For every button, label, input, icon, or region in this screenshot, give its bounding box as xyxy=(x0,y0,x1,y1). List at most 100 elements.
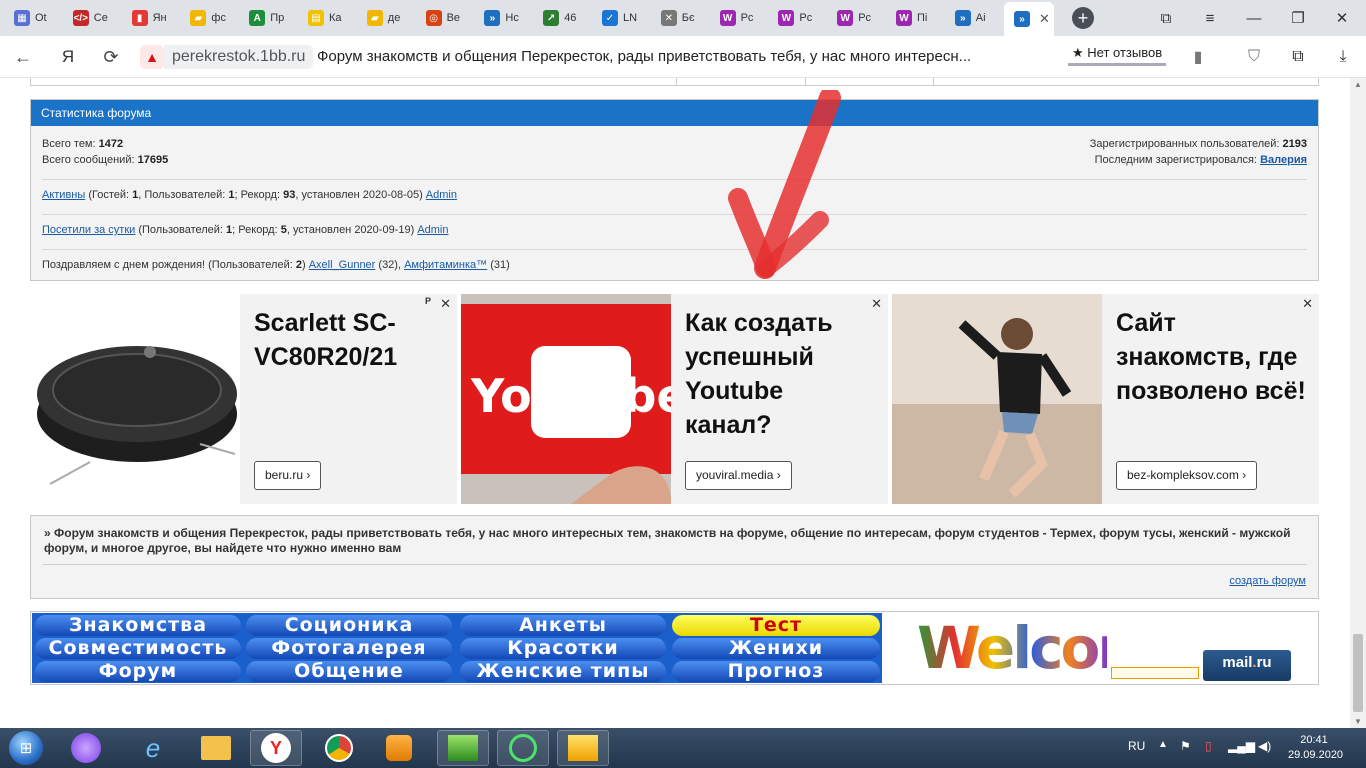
restore-icon[interactable]: ❐ xyxy=(1286,6,1310,30)
mailru-logo[interactable]: mail.ru xyxy=(1203,650,1291,681)
alice-assistant-icon[interactable] xyxy=(60,730,112,766)
last-registered-user-link[interactable]: Валерия xyxy=(1260,154,1307,166)
dancing-woman-image[interactable] xyxy=(892,294,1102,504)
yandex-browser-icon[interactable]: Y xyxy=(250,730,302,766)
new-tab-icon[interactable]: + xyxy=(1072,7,1094,29)
visited-today-link[interactable]: Посетили за сутки xyxy=(42,224,135,236)
robot-vacuum-image[interactable] xyxy=(30,294,240,504)
menu-icon[interactable]: ≡ xyxy=(1198,6,1222,30)
action-center-flag-icon[interactable]: ⚑ xyxy=(1180,739,1191,753)
ad-card[interactable]: YouTube Как создать успешный Youtube кан… xyxy=(461,294,888,504)
page-scrollbar[interactable]: ▲ ▼ xyxy=(1350,78,1366,728)
banner-nav-button[interactable]: Совместимость xyxy=(35,638,241,659)
stocks-app-icon[interactable] xyxy=(437,730,489,766)
birthday-user-age: (32), xyxy=(375,259,405,271)
language-indicator[interactable]: RU xyxy=(1128,739,1145,753)
volume-icon[interactable]: ◀) xyxy=(1258,739,1271,753)
internet-explorer-icon[interactable]: e xyxy=(127,730,179,766)
browser-tab[interactable]: ▮ Ян xyxy=(122,4,179,32)
tray-expand-icon[interactable]: ▲ xyxy=(1158,739,1168,750)
browser-tab[interactable]: ✕ Бє xyxy=(651,4,708,32)
ad-title[interactable]: Сайт знакомств, где позволено всё! xyxy=(1116,306,1306,408)
browser-tab[interactable]: ✓ LN xyxy=(592,4,649,32)
updates-app-icon[interactable] xyxy=(557,730,609,766)
birthday-user-link[interactable]: Амфитаминка™ xyxy=(404,259,487,271)
browser-tab[interactable]: » Нс xyxy=(474,4,531,32)
banner-nav-button[interactable]: Женские типы xyxy=(460,661,666,682)
close-tab-icon[interactable]: ✕ xyxy=(1039,11,1050,27)
browser-tab[interactable]: ▰ де xyxy=(357,4,414,32)
banner-nav-button[interactable]: Фотогалерея xyxy=(246,638,452,659)
ad-close-icon[interactable]: ✕ xyxy=(871,296,882,312)
url-domain[interactable]: perekrestok.1bb.ru xyxy=(164,45,314,69)
ad-link-button[interactable]: bez-kompleksov.com › xyxy=(1116,461,1258,490)
translate-icon[interactable]: ⧉ xyxy=(1287,46,1309,68)
browser-tab[interactable]: W Рс xyxy=(827,4,884,32)
ad-close-icon[interactable]: ✕ xyxy=(1302,296,1313,312)
browser-tab[interactable]: ▰ фс xyxy=(180,4,237,32)
letter-a-icon: A xyxy=(249,10,266,26)
welcome-banner-input[interactable] xyxy=(1111,667,1199,679)
scroll-thumb[interactable] xyxy=(1353,634,1363,712)
browser-tab[interactable]: ◎ Be xyxy=(416,4,473,32)
active-users-link[interactable]: Активны xyxy=(42,189,85,201)
banner-nav-button[interactable]: Соционика xyxy=(246,615,452,636)
browser-tab[interactable]: » Ai xyxy=(945,4,1002,32)
tab-manager-icon[interactable]: ⧉ xyxy=(1154,6,1178,30)
create-forum-link[interactable]: создать форум xyxy=(1229,575,1306,587)
ad-card[interactable]: Сайт знакомств, где позволено всё! bez-k… xyxy=(892,294,1319,504)
scroll-up-icon[interactable]: ▲ xyxy=(1354,80,1362,89)
banner-nav-button[interactable]: Анкеты xyxy=(460,615,666,636)
security-app-icon[interactable] xyxy=(497,730,549,766)
reviews-badge[interactable]: ★ Нет отзывов xyxy=(1068,44,1167,66)
chrome-icon[interactable] xyxy=(313,730,365,766)
active-admin-link[interactable]: Admin xyxy=(426,189,457,201)
browser-tab[interactable]: W Рс xyxy=(768,4,825,32)
banner-nav-button[interactable]: Тест xyxy=(672,615,880,636)
banner-nav-button[interactable]: Форум xyxy=(35,661,241,682)
file-explorer-icon[interactable] xyxy=(190,730,242,766)
protect-shield-icon[interactable]: ⛉ xyxy=(1243,46,1265,68)
ad-link-button[interactable]: beru.ru › xyxy=(254,461,322,490)
network-icon[interactable]: ▂▄▆ xyxy=(1228,739,1255,753)
minimize-icon[interactable]: — xyxy=(1242,6,1266,30)
birthday-user-link[interactable]: Axell_Gunner xyxy=(309,259,376,271)
youtube-phone-image[interactable]: YouTube xyxy=(461,294,671,504)
ad-title[interactable]: Как создать успешный Youtube канал? xyxy=(685,306,875,442)
ad-title[interactable]: Scarlett SC-VC80R20/21 xyxy=(254,306,444,374)
browser-tab[interactable]: ▦ Ot xyxy=(4,4,61,32)
banner-nav-button[interactable]: Знакомства xyxy=(35,615,241,636)
insecure-warning-icon[interactable]: ▲ xyxy=(140,45,164,69)
browser-tab[interactable]: ↗ 46 xyxy=(533,4,590,32)
banner-nav-button[interactable]: Женихи xyxy=(672,638,880,659)
start-button[interactable]: ⊞ xyxy=(3,728,49,768)
banner-nav-button[interactable]: Красотки xyxy=(460,638,666,659)
media-player-icon[interactable] xyxy=(373,730,425,766)
download-icon[interactable]: ⤓ xyxy=(1332,46,1354,68)
scroll-down-icon[interactable]: ▼ xyxy=(1354,717,1362,726)
browser-tab[interactable]: W Пі xyxy=(886,4,943,32)
dating-nav-banner: Знакомства Соционика Анкеты Тест Совместимос… xyxy=(32,613,882,683)
ad-marker: P xyxy=(424,296,431,306)
previous-table-edge xyxy=(30,78,1319,86)
close-window-icon[interactable]: ✕ xyxy=(1330,6,1354,30)
reload-icon[interactable]: ⟳ xyxy=(98,45,124,69)
ad-card[interactable]: Scarlett SC-VC80R20/21 beru.ru › P ✕ xyxy=(30,294,457,504)
banner-nav-button[interactable]: Прогноз xyxy=(672,661,880,682)
bookmark-icon[interactable]: ▮ xyxy=(1187,46,1209,68)
welcome-banner[interactable]: Welcome xyxy=(917,613,1194,683)
system-clock[interactable]: 20:41 29.09.2020 xyxy=(1288,733,1343,763)
visited-admin-link[interactable]: Admin xyxy=(417,224,448,236)
browser-tab[interactable]: ▤ Ка xyxy=(298,4,355,32)
back-icon[interactable]: ← xyxy=(10,45,36,69)
battery-icon[interactable]: ▯ xyxy=(1205,739,1212,753)
ad-link-button[interactable]: youviral.media › xyxy=(685,461,792,490)
browser-tab[interactable]: A Пр xyxy=(239,4,296,32)
browser-tab[interactable]: </> Ce xyxy=(63,4,120,32)
ad-close-icon[interactable]: ✕ xyxy=(440,296,451,312)
browser-tab-active[interactable]: » ✕ xyxy=(1004,2,1054,36)
browser-tab[interactable]: W Рс xyxy=(710,4,767,32)
yandex-logo-icon[interactable]: Я xyxy=(55,45,81,69)
url-page-title[interactable]: Форум знакомств и общения Перекресток, р… xyxy=(317,45,1017,69)
banner-nav-button[interactable]: Общение xyxy=(246,661,452,682)
